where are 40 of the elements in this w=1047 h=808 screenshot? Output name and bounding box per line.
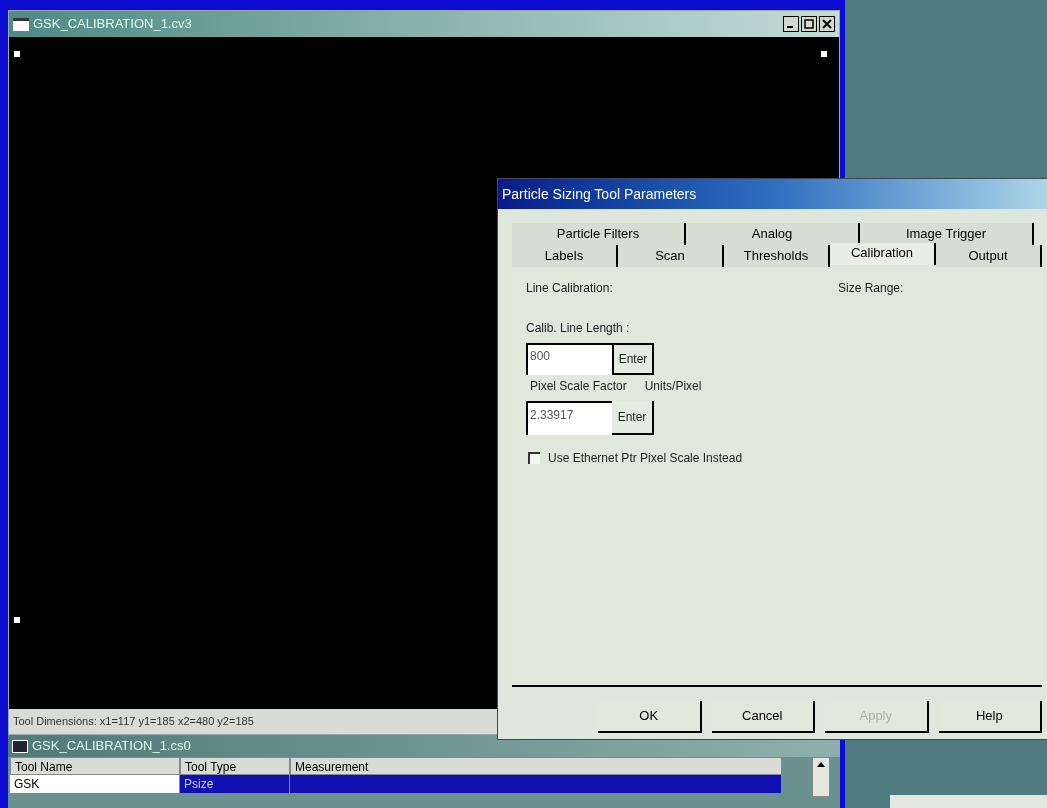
tab[interactable]: Analog (686, 223, 860, 245)
enter-button[interactable]: Enter (612, 401, 654, 435)
enter-button[interactable]: Enter (612, 343, 654, 375)
window-title: GSK_CALIBRATION_1.cs0 (32, 737, 191, 756)
table-cell: GSK (10, 775, 180, 793)
dialog-button[interactable]: OK (598, 701, 702, 733)
dialog-title: Particle Sizing Tool Parameters (502, 184, 697, 204)
dialog-button[interactable]: Cancel (711, 701, 815, 733)
close-icon[interactable] (819, 16, 835, 32)
checkbox-label: Use Ethernet Ptr Pixel Scale Instead (548, 450, 743, 467)
minimize-icon[interactable] (783, 16, 799, 32)
input-field[interactable]: 2.33917 (526, 401, 612, 435)
up-arrow-icon[interactable] (817, 762, 825, 767)
dialog-button[interactable]: Help (938, 701, 1042, 733)
window-icon (13, 17, 29, 31)
tab[interactable]: Output (936, 245, 1042, 267)
column-header[interactable]: Measurement (290, 757, 782, 775)
tab[interactable]: Thresholds (724, 245, 830, 267)
tab[interactable]: Labels (512, 245, 618, 267)
tab[interactable]: Particle Filters (512, 223, 686, 245)
field-label: Pixel Scale Factor (530, 378, 627, 395)
window-title: GSK_CALIBRATION_1.cv3 (33, 15, 192, 34)
tab[interactable]: Scan (618, 245, 724, 267)
handle-marker[interactable] (821, 51, 827, 57)
checkbox[interactable] (528, 452, 540, 464)
field-label: Calib. Line Length : (526, 320, 631, 337)
tab[interactable]: Image Trigger (860, 223, 1034, 245)
scrollbar[interactable] (812, 757, 830, 797)
table-cell: Psize (180, 775, 290, 793)
column-header[interactable]: Tool Name (10, 757, 180, 775)
column-header[interactable]: Tool Type (180, 757, 290, 775)
handle-marker[interactable] (14, 51, 20, 57)
maximize-icon[interactable] (801, 16, 817, 32)
units-label: Units/Pixel (644, 378, 702, 395)
window-icon (12, 739, 28, 753)
section-label: Line Calibration: (526, 280, 614, 297)
input-field[interactable]: 800 (526, 343, 612, 375)
section-label: Size Range: (838, 280, 904, 297)
handle-marker[interactable] (14, 617, 20, 623)
tab[interactable]: Calibration (830, 243, 936, 265)
